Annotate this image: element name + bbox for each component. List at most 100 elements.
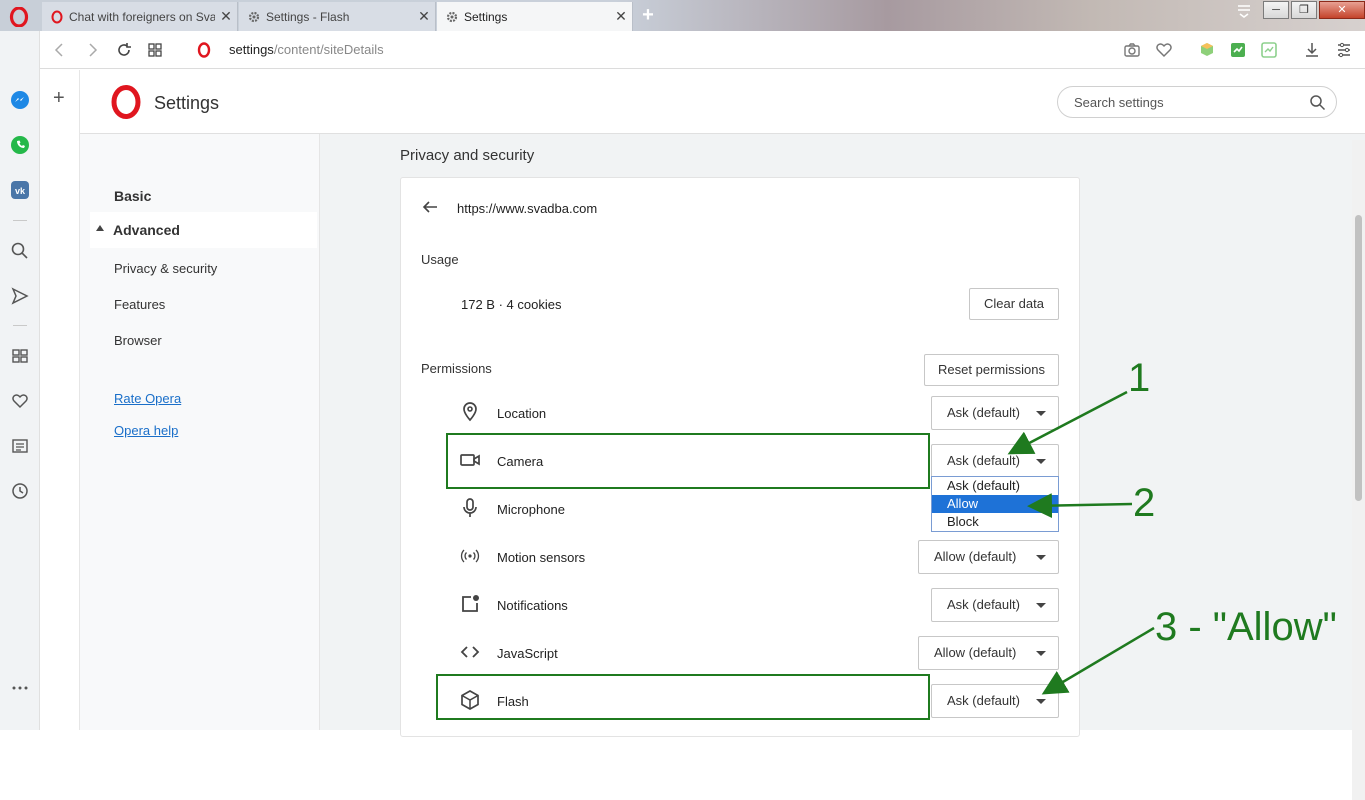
workspace-column: + xyxy=(40,70,80,730)
flash-highlight-box xyxy=(436,674,930,720)
dropdown-arrow-icon xyxy=(1036,459,1046,464)
dropdown-arrow-icon xyxy=(1036,603,1046,608)
opera-menu-icon[interactable] xyxy=(9,7,29,27)
search-box[interactable] xyxy=(1057,86,1337,118)
url-text[interactable]: settings/content/siteDetails xyxy=(229,42,384,57)
camera-snapshot-icon[interactable] xyxy=(1122,40,1142,60)
url-path: /content/siteDetails xyxy=(273,42,384,57)
reset-permissions-button[interactable]: Reset permissions xyxy=(924,354,1059,386)
history-icon[interactable] xyxy=(10,481,30,501)
tab-menu-icon[interactable] xyxy=(1231,0,1257,20)
tab-settings[interactable]: Settings ✕ xyxy=(437,2,633,31)
perm-location-label: Location xyxy=(497,406,547,421)
dropdown-arrow-icon xyxy=(1036,555,1046,560)
tab-label: Settings xyxy=(464,9,508,24)
back-icon[interactable] xyxy=(50,40,70,60)
perm-notifications-select[interactable]: Ask (default) xyxy=(931,588,1059,622)
nav-browser[interactable]: Browser xyxy=(114,333,162,348)
code-icon xyxy=(460,646,480,658)
select-value: Allow (default) xyxy=(934,549,1017,564)
address-bar: settings/content/siteDetails xyxy=(40,31,1365,69)
select-value: Allow (default) xyxy=(934,645,1017,660)
option-ask-default[interactable]: Ask (default) xyxy=(932,477,1058,495)
collapse-caret-icon xyxy=(96,225,104,231)
extension-light-icon[interactable] xyxy=(1259,40,1279,60)
extension-cube-icon[interactable] xyxy=(1197,40,1217,60)
dropdown-arrow-icon xyxy=(1036,411,1046,416)
speed-dial-icon[interactable] xyxy=(10,346,30,366)
whatsapp-icon[interactable] xyxy=(10,135,30,155)
nav-privacy-security[interactable]: Privacy & security xyxy=(114,261,217,276)
news-icon[interactable] xyxy=(10,436,30,456)
usage-heading: Usage xyxy=(421,252,459,267)
more-icon[interactable] xyxy=(10,678,30,698)
usage-value: 172 B · 4 cookies xyxy=(461,297,562,312)
search-icon[interactable] xyxy=(10,241,30,261)
download-icon[interactable] xyxy=(1302,40,1322,60)
perm-motion-sensors-label: Motion sensors xyxy=(497,550,586,565)
annotation-2: 2 xyxy=(1133,481,1156,525)
perm-camera-select[interactable]: Ask (default) xyxy=(931,444,1059,478)
tab-settings-flash[interactable]: Settings - Flash ✕ xyxy=(239,2,436,31)
annotation-1: 1 xyxy=(1128,356,1151,400)
tab-chat[interactable]: Chat with foreigners on Sva ✕ xyxy=(42,2,238,31)
microphone-icon xyxy=(463,498,477,517)
perm-notifications-label: Notifications xyxy=(497,598,568,613)
opera-icon xyxy=(51,10,63,23)
option-allow[interactable]: Allow xyxy=(932,495,1058,513)
forward-icon[interactable] xyxy=(82,40,102,60)
nav-basic[interactable]: Basic xyxy=(114,188,151,204)
location-icon xyxy=(463,402,477,422)
search-icon[interactable] xyxy=(1309,94,1326,111)
tab-close-icon[interactable]: ✕ xyxy=(413,8,435,25)
maximize-button[interactable]: ❐ xyxy=(1291,1,1317,19)
select-value: Ask (default) xyxy=(947,405,1020,420)
close-window-button[interactable]: ✕ xyxy=(1319,1,1365,19)
camera-dropdown-list: Ask (default) Allow Block xyxy=(931,476,1059,532)
perm-javascript-select[interactable]: Allow (default) xyxy=(918,636,1059,670)
browser-sidebar: vk xyxy=(0,31,40,730)
tab-close-icon[interactable]: ✕ xyxy=(610,8,632,25)
section-title: Privacy and security xyxy=(400,147,535,164)
page-scrollbar[interactable] xyxy=(1352,140,1365,800)
search-input[interactable] xyxy=(1074,95,1294,110)
nav-advanced[interactable]: Advanced xyxy=(90,212,317,248)
reload-icon[interactable] xyxy=(114,40,134,60)
extension-green-icon[interactable] xyxy=(1228,40,1248,60)
add-button[interactable]: + xyxy=(53,87,65,110)
dropdown-arrow-icon xyxy=(1036,651,1046,656)
clear-data-button[interactable]: Clear data xyxy=(969,288,1059,320)
tab-bar: Chat with foreigners on Sva ✕ Settings -… xyxy=(0,0,1365,31)
messenger-icon[interactable] xyxy=(10,90,30,110)
tab-label: Settings - Flash xyxy=(266,9,350,24)
back-arrow-icon[interactable] xyxy=(421,198,439,216)
settings-header: Settings xyxy=(80,70,1365,134)
opera-help-link[interactable]: Opera help xyxy=(114,423,178,438)
nav-advanced-label: Advanced xyxy=(113,222,180,238)
option-block[interactable]: Block xyxy=(932,513,1058,531)
scroll-thumb[interactable] xyxy=(1355,215,1362,501)
sidebar-separator xyxy=(13,220,27,221)
new-tab-button[interactable]: + xyxy=(638,5,658,25)
perm-location-select[interactable]: Ask (default) xyxy=(931,396,1059,430)
tab-close-icon[interactable]: ✕ xyxy=(215,8,237,25)
send-icon[interactable] xyxy=(10,286,30,306)
vk-icon[interactable]: vk xyxy=(10,180,30,200)
gear-icon xyxy=(248,11,260,22)
perm-motion-sensors-select[interactable]: Allow (default) xyxy=(918,540,1059,574)
tabs-grid-icon[interactable] xyxy=(145,40,165,60)
perm-flash-select[interactable]: Ask (default) xyxy=(931,684,1059,718)
permissions-heading: Permissions xyxy=(421,361,492,376)
bookmark-heart-icon[interactable] xyxy=(1154,40,1174,60)
settings-nav: Basic Advanced Privacy & security Featur… xyxy=(80,134,320,730)
perm-microphone-label: Microphone xyxy=(497,502,565,517)
minimize-button[interactable]: ─ xyxy=(1263,1,1289,19)
rate-opera-link[interactable]: Rate Opera xyxy=(114,391,181,406)
motion-sensors-icon xyxy=(460,549,480,563)
easy-setup-icon[interactable] xyxy=(1334,40,1354,60)
heart-icon[interactable] xyxy=(10,391,30,411)
nav-features[interactable]: Features xyxy=(114,297,165,312)
select-value: Ask (default) xyxy=(947,453,1020,468)
dropdown-arrow-icon xyxy=(1036,699,1046,704)
camera-highlight-box xyxy=(446,433,930,489)
